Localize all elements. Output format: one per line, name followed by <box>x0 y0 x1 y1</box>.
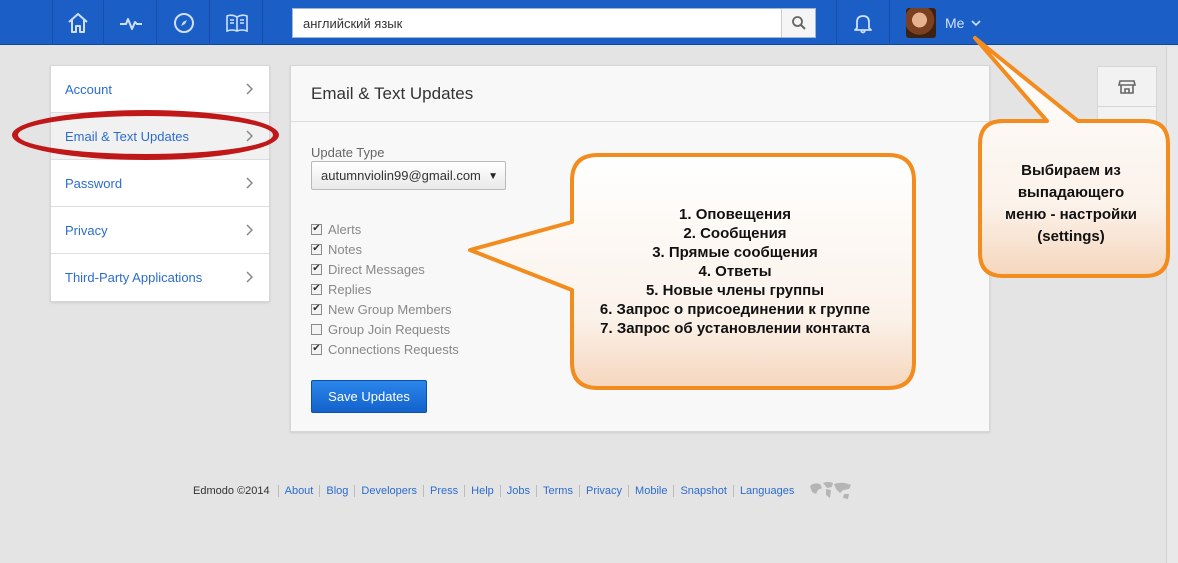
sidebar-item-label: Account <box>65 81 112 97</box>
update-checkbox-list: ✔ Alerts ✔ Notes ✔ Direct Messages ✔ Replies… <box>311 219 459 359</box>
sidebar-item-label: Privacy <box>65 222 108 238</box>
sidebar-item-privacy[interactable]: Privacy <box>51 207 269 254</box>
checkbox-row-direct-messages[interactable]: ✔ Direct Messages <box>311 259 459 279</box>
save-updates-button[interactable]: Save Updates <box>311 380 427 413</box>
page-title: Email & Text Updates <box>311 84 474 103</box>
checkbox-row-connections-requests[interactable]: ✔ Connections Requests <box>311 339 459 359</box>
checkbox-label: New Group Members <box>328 301 452 317</box>
activity-icon[interactable] <box>105 0 157 45</box>
book-icon[interactable] <box>211 0 263 45</box>
store-icon <box>1118 79 1136 94</box>
checkbox[interactable]: ✔ <box>311 263 322 275</box>
checkbox-label: Notes <box>328 241 362 257</box>
callout-line: Выбираем из <box>1021 162 1121 179</box>
search-icon <box>791 16 806 30</box>
footer-link-jobs[interactable]: Jobs <box>499 485 536 497</box>
footer-link-languages[interactable]: Languages <box>732 485 800 497</box>
select-value: autumnviolin99@gmail.com <box>321 168 481 183</box>
sidebar-item-account[interactable]: Account <box>51 66 269 113</box>
store-button[interactable] <box>1098 67 1156 107</box>
bell-icon <box>854 14 872 33</box>
checkbox[interactable]: ✔ <box>311 283 322 295</box>
checkbox[interactable]: ✔ <box>311 303 322 315</box>
checkbox-label: Alerts <box>328 221 362 237</box>
checkbox-row-new-group-members[interactable]: ✔ New Group Members <box>311 299 459 319</box>
footer-link-press[interactable]: Press <box>423 485 464 497</box>
footer-link-privacy[interactable]: Privacy <box>578 485 628 497</box>
update-type-select[interactable]: autumnviolin99@gmail.com ▼ <box>311 161 506 190</box>
sidebar-item-password[interactable]: Password <box>51 160 269 207</box>
chevron-right-icon <box>246 224 253 236</box>
checkbox-label: Group Join Requests <box>328 321 451 337</box>
right-side-panel <box>1097 66 1157 166</box>
user-menu-label: Me <box>945 14 965 31</box>
footer-link-about[interactable]: About <box>277 485 320 497</box>
callout-line: меню - настройки <box>1004 206 1137 223</box>
checkbox-row-alerts[interactable]: ✔ Alerts <box>311 219 459 239</box>
compass-icon[interactable] <box>158 0 210 45</box>
footer-link-developers[interactable]: Developers <box>354 485 423 497</box>
search-button[interactable] <box>781 9 815 37</box>
sidebar-item-third-party-applications[interactable]: Third-Party Applications <box>51 254 269 301</box>
caret-down-icon: ▼ <box>488 171 498 182</box>
sidebar-item-label: Third-Party Applications <box>65 270 203 285</box>
footer-link-blog[interactable]: Blog <box>319 485 354 497</box>
scrollbar[interactable] <box>1166 47 1178 563</box>
search-box <box>292 8 816 38</box>
checkbox[interactable] <box>311 323 322 335</box>
home-icon[interactable] <box>52 0 104 45</box>
checkbox[interactable]: ✔ <box>311 223 322 235</box>
checkbox-label: Connections Requests <box>328 341 459 357</box>
callout-list-text: 1. Оповещения 2. Сообщения 3. Прямые соо… <box>575 205 895 338</box>
highlight-oval <box>12 110 279 160</box>
callout-line: 1. Оповещения <box>679 206 791 223</box>
chevron-right-icon <box>246 177 253 189</box>
checkbox-row-replies[interactable]: ✔ Replies <box>311 279 459 299</box>
world-map-icon[interactable] <box>808 480 854 502</box>
callout-menu-text: Выбираем из выпадающего меню - настройки… <box>987 160 1155 248</box>
checkbox[interactable]: ✔ <box>311 343 322 355</box>
checkbox-row-group-join-requests[interactable]: Group Join Requests <box>311 319 459 339</box>
callout-line: 4. Ответы <box>698 263 772 280</box>
footer-link-snapshot[interactable]: Snapshot <box>673 485 732 497</box>
divider <box>291 121 989 122</box>
footer-copyright: Edmodo ©2014 <box>193 485 270 497</box>
callout-line: 5. Новые члены группы <box>645 282 825 299</box>
chevron-right-icon <box>246 83 253 95</box>
notifications-button[interactable] <box>836 0 890 45</box>
callout-line: 7. Запрос об установлении контакта <box>600 320 870 337</box>
sidebar-item-label: Password <box>65 175 123 191</box>
callout-line: 3. Прямые сообщения <box>652 244 818 261</box>
footer-link-terms[interactable]: Terms <box>536 485 579 497</box>
top-navbar: Me <box>0 0 1178 45</box>
settings-sidebar: Account Email & Text Updates Password Pr… <box>50 65 270 302</box>
user-menu[interactable]: Me <box>896 0 1006 45</box>
avatar <box>906 7 936 38</box>
checkbox-label: Replies <box>328 281 372 297</box>
checkbox-row-notes[interactable]: ✔ Notes <box>311 239 459 259</box>
checkbox-label: Direct Messages <box>328 261 425 277</box>
callout-line: 2. Сообщения <box>683 225 787 242</box>
footer-link-mobile[interactable]: Mobile <box>628 485 673 497</box>
callout-line: 6. Запрос о присоединении к группе <box>599 301 871 318</box>
chevron-right-icon <box>246 271 253 283</box>
footer-link-help[interactable]: Help <box>464 485 500 497</box>
update-type-label: Update Type <box>311 145 385 160</box>
callout-line: выпадающего <box>1017 184 1125 201</box>
footer: Edmodo ©2014 About Blog Developers Press… <box>193 482 854 499</box>
chevron-down-icon <box>971 19 982 26</box>
search-input[interactable] <box>293 9 781 37</box>
callout-line: (settings) <box>1037 228 1105 245</box>
checkbox[interactable]: ✔ <box>311 243 322 255</box>
